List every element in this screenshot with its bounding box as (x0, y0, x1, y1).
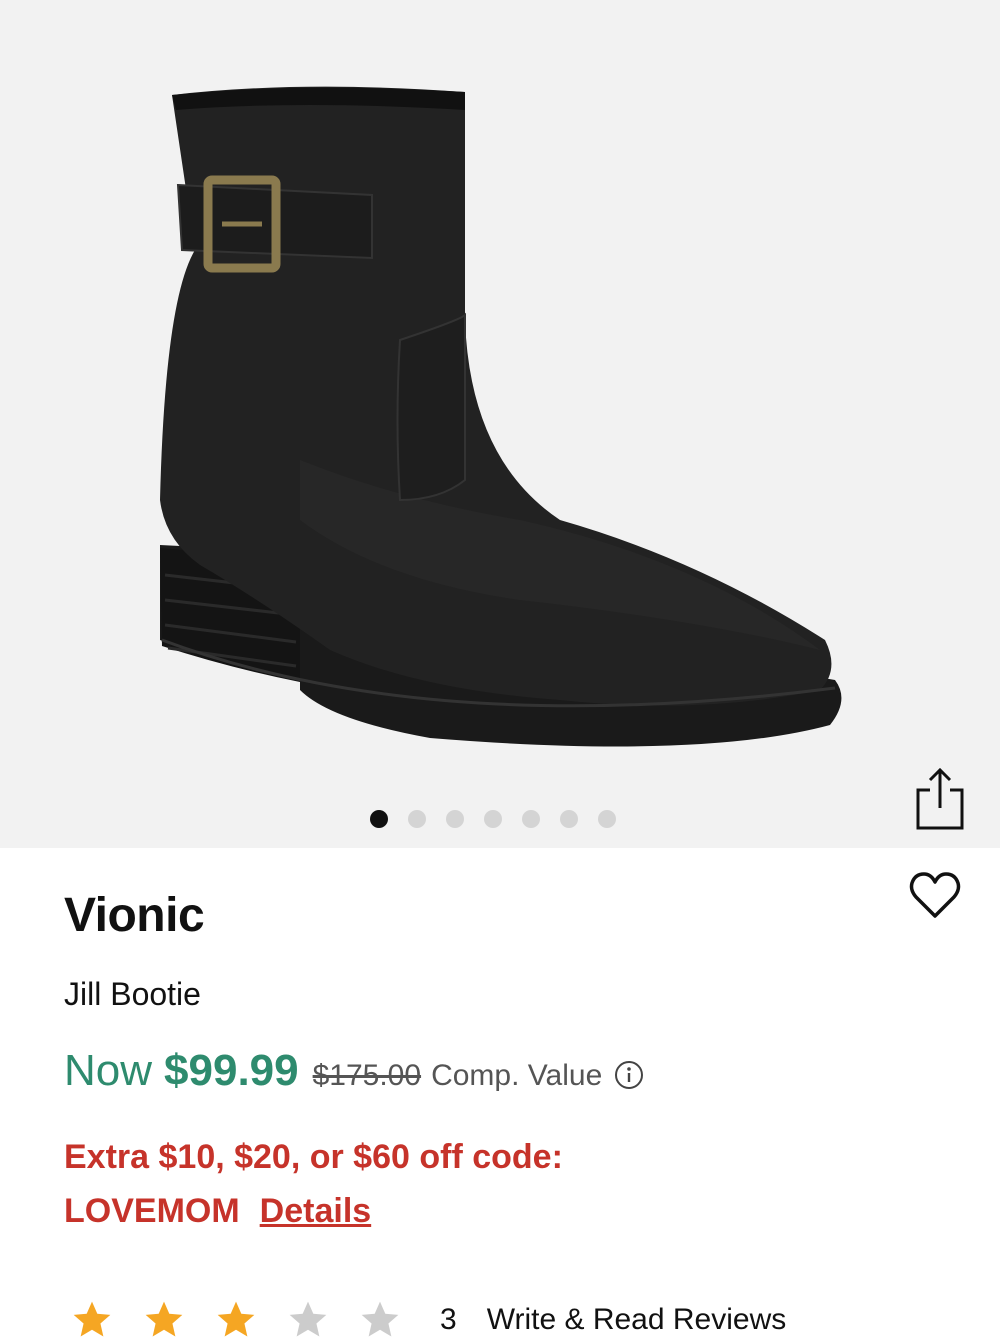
carousel-dot[interactable] (446, 810, 464, 828)
promo-code: LOVEMOM (64, 1192, 240, 1230)
brand-name[interactable]: Vionic (64, 888, 205, 943)
star-icon (145, 1301, 183, 1337)
comp-value-label: Comp. Value (431, 1059, 603, 1092)
price-row: Now $99.99 $175.00 Comp. Value (64, 1046, 644, 1096)
write-read-reviews-link[interactable]: Write & Read Reviews (487, 1303, 787, 1337)
share-icon[interactable] (914, 766, 966, 832)
product-image (160, 86, 842, 747)
product-image-carousel[interactable] (0, 0, 1000, 848)
star-icon (217, 1301, 255, 1337)
rating-row[interactable]: 3 Write & Read Reviews (70, 1298, 786, 1342)
carousel-dot[interactable] (598, 810, 616, 828)
carousel-dot[interactable] (522, 810, 540, 828)
promo-code-row: LOVEMOM Details (64, 1192, 371, 1231)
star-empty-icon (361, 1301, 399, 1337)
carousel-dot[interactable] (560, 810, 578, 828)
product-name: Jill Bootie (64, 976, 201, 1012)
sale-price: $99.99 (164, 1046, 299, 1095)
carousel-dot[interactable] (484, 810, 502, 828)
star-empty-icon (289, 1301, 327, 1337)
original-price: $175.00 (312, 1059, 422, 1092)
carousel-dot[interactable] (408, 810, 426, 828)
carousel-dot[interactable] (370, 810, 388, 828)
carousel-dots[interactable] (370, 810, 616, 828)
review-count: 3 (440, 1303, 457, 1336)
now-label: Now (64, 1046, 153, 1095)
heart-icon[interactable] (908, 870, 962, 920)
star-icon (73, 1301, 111, 1337)
promo-text: Extra $10, $20, or $60 off code: (64, 1138, 563, 1176)
info-icon[interactable] (614, 1060, 644, 1090)
promo-details-link[interactable]: Details (260, 1192, 372, 1231)
